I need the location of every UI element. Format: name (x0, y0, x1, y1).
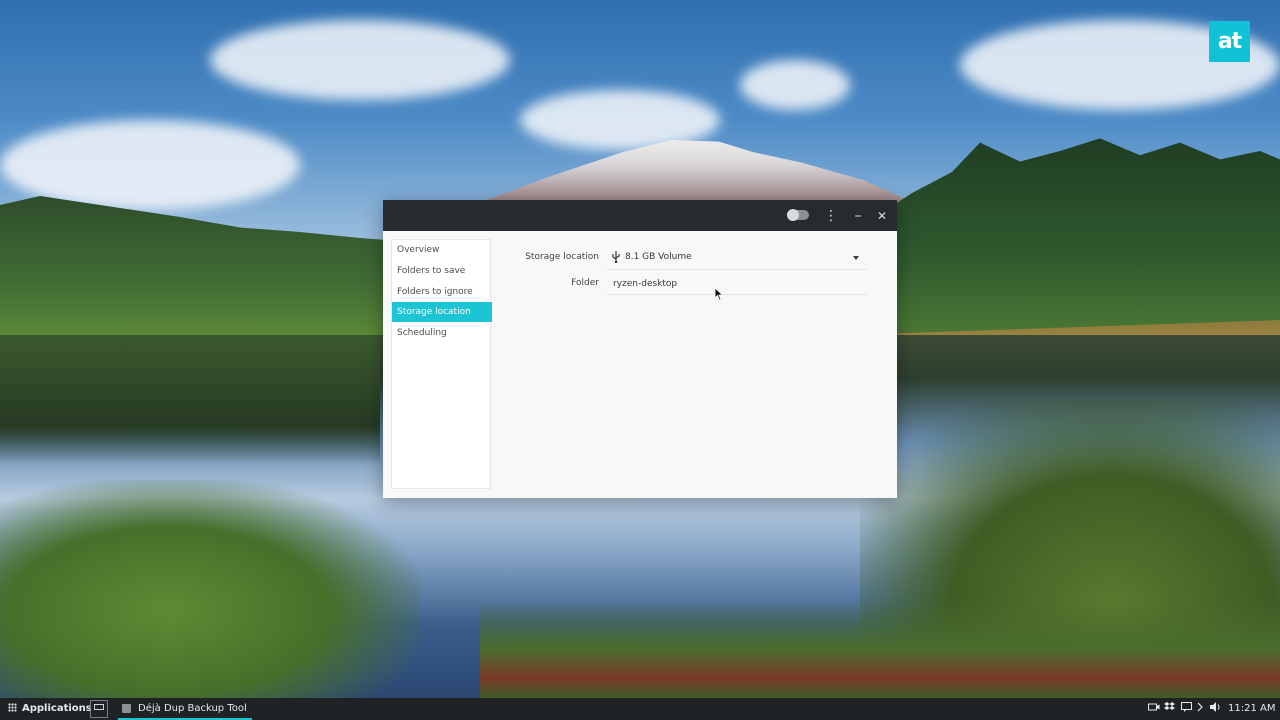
task-deja-dup[interactable]: Déjà Dup Backup Tool (118, 698, 252, 720)
wallpaper-bush (0, 480, 420, 698)
chevron-down-icon (853, 256, 859, 260)
storage-location-dropdown[interactable]: 8.1 GB Volume (607, 247, 867, 270)
volume-icon[interactable] (1210, 698, 1222, 720)
window-content: Overview Folders to save Folders to igno… (383, 231, 897, 498)
camera-icon[interactable] (1148, 698, 1160, 720)
app-icon (122, 704, 131, 713)
cloud (740, 60, 850, 110)
toggle-knob (787, 209, 799, 221)
sidebar-item-scheduling[interactable]: Scheduling (392, 323, 492, 343)
taskbar-clock[interactable]: 11:21 AM (1228, 698, 1275, 720)
brand-logo: at (1209, 21, 1250, 62)
close-icon[interactable]: ✕ (872, 206, 892, 226)
folder-label: Folder (571, 278, 599, 288)
sidebar-item-storage-location[interactable]: Storage location (392, 302, 492, 322)
chevron-right-icon[interactable] (1197, 698, 1203, 720)
notifications-icon[interactable] (1181, 698, 1192, 720)
deja-dup-window: ⋮ – ✕ Overview Folders to save Folders t… (383, 200, 897, 498)
wallpaper-reflection (0, 335, 380, 465)
wallpaper-bush (480, 600, 1280, 698)
usb-icon (611, 251, 621, 266)
settings-sidebar: Overview Folders to save Folders to igno… (391, 239, 492, 489)
storage-location-label: Storage location (525, 252, 599, 262)
sidebar-item-folders-to-ignore[interactable]: Folders to ignore (392, 282, 492, 302)
folder-input[interactable] (607, 273, 867, 295)
show-desktop-icon[interactable] (90, 700, 108, 718)
grid-icon (8, 703, 17, 712)
taskbar: Applications Déjà Dup Backup Tool 11:21 … (0, 698, 1280, 720)
sidebar-item-folders-to-save[interactable]: Folders to save (392, 261, 492, 281)
menu-icon[interactable]: ⋮ (821, 206, 841, 226)
window-titlebar[interactable]: ⋮ – ✕ (383, 200, 897, 231)
cloud (210, 20, 510, 100)
applications-label: Applications (22, 703, 92, 714)
cloud (0, 120, 300, 210)
minimize-icon[interactable]: – (848, 206, 868, 226)
applications-menu-button[interactable]: Applications (8, 698, 92, 720)
task-label: Déjà Dup Backup Tool (138, 703, 247, 714)
dropbox-icon[interactable] (1164, 698, 1175, 720)
storage-location-value: 8.1 GB Volume (625, 252, 692, 262)
toggle-switch[interactable] (787, 209, 809, 221)
sidebar-item-overview[interactable]: Overview (392, 240, 492, 260)
